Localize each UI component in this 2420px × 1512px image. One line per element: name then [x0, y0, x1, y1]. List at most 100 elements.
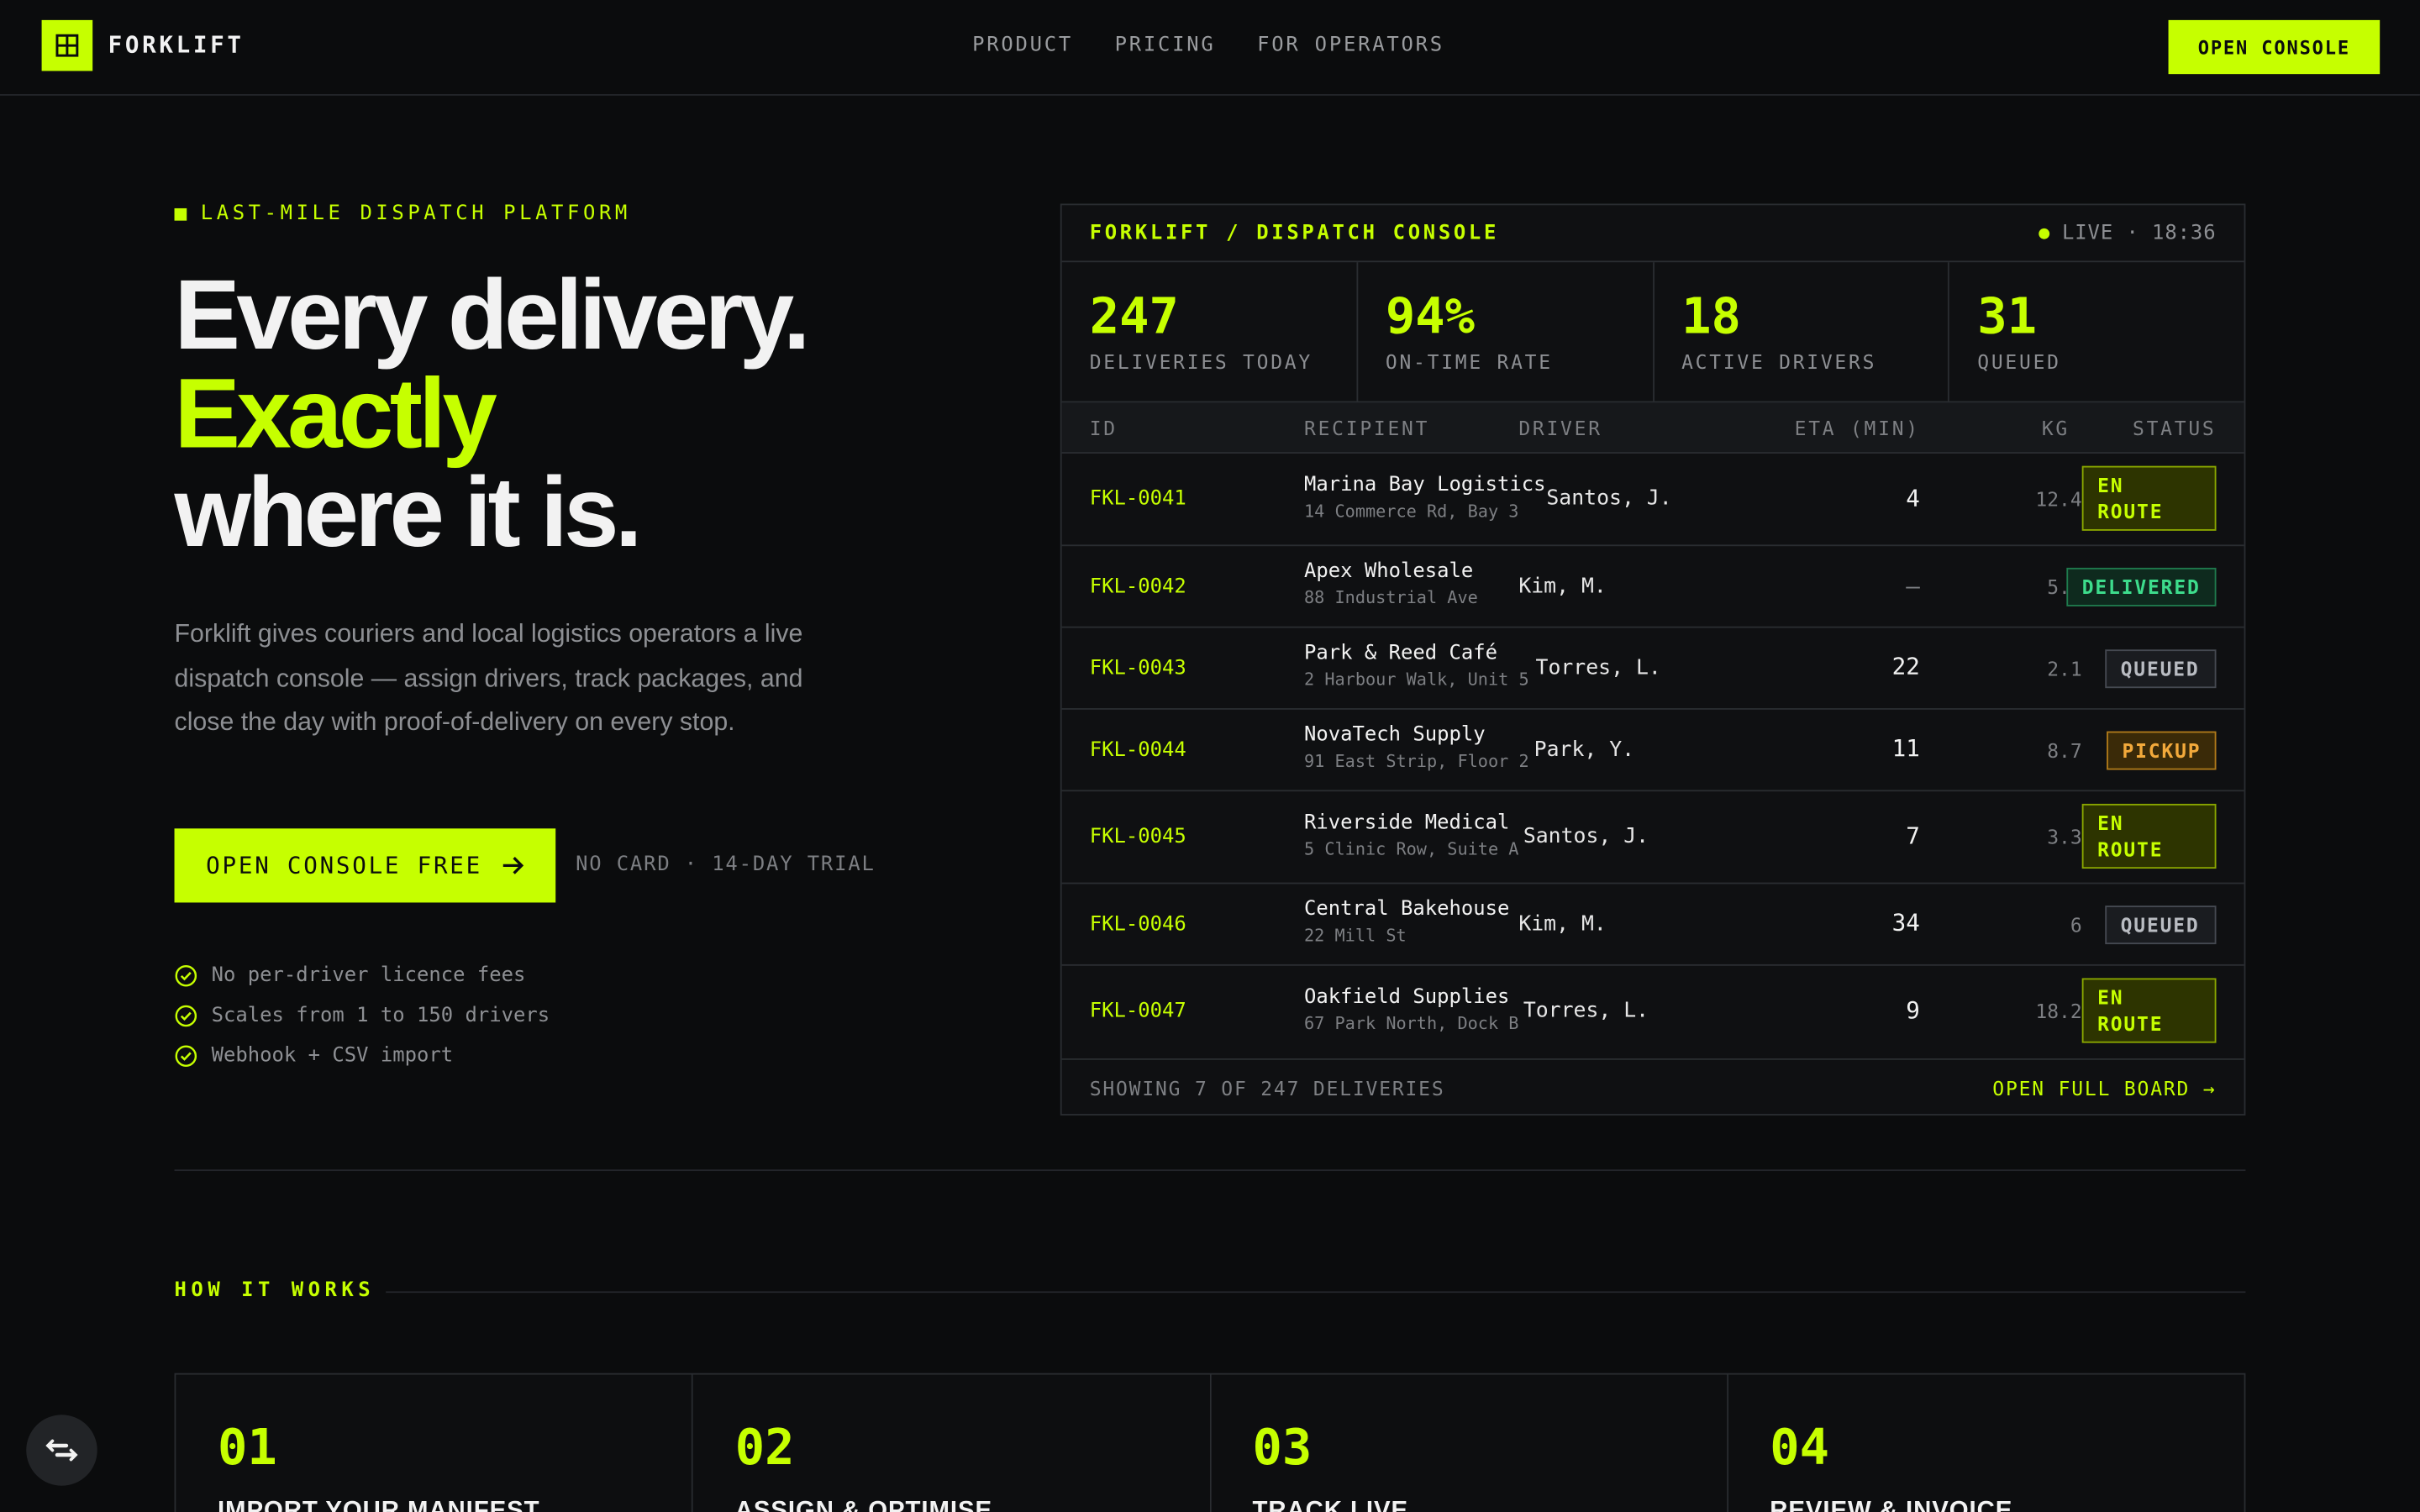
row-address: 91 East Strip, Floor 2	[1304, 751, 1529, 772]
table-header: ID RECIPIENT DRIVER ETA (MIN) KG STATUS	[1061, 402, 2244, 454]
status-badge: QUEUED	[2105, 906, 2217, 945]
row-eta: —	[1906, 572, 1920, 601]
eyebrow-square-icon	[174, 207, 187, 220]
row-eta: 22	[1891, 652, 1920, 680]
nav-link-pricing[interactable]: PRICING	[1115, 34, 1216, 57]
feature-item: Scales from 1 to 150 drivers	[175, 995, 550, 1036]
hero-lead: Forklift gives couriers and local logist…	[174, 620, 803, 737]
stat-value: 18	[1681, 286, 1741, 346]
top-nav: FORKLIFT PRODUCT PRICING FOR OPERATORS O…	[0, 0, 2420, 96]
table-row[interactable]: FKL-0044 NovaTech Supply 91 East Strip, …	[1061, 710, 2244, 792]
feature-text: Scales from 1 to 150 drivers	[211, 1003, 550, 1027]
row-kg: 18.2	[2035, 1000, 2082, 1023]
col-eta[interactable]: ETA (MIN)	[1795, 417, 1920, 440]
open-console-button[interactable]: OPEN CONSOLE	[2168, 19, 2381, 75]
step-title: REVIEW & INVOICE	[1770, 1498, 2013, 1512]
step-card: 01 IMPORT YOUR MANIFEST	[176, 1374, 694, 1512]
row-recipient: Central Bakehouse	[1304, 897, 1510, 921]
row-id[interactable]: FKL-0043	[1090, 657, 1186, 680]
table-row[interactable]: FKL-0043 Park & Reed Café 2 Harbour Walk…	[1061, 628, 2244, 710]
table-row[interactable]: FKL-0046 Central Bakehouse 22 Mill St Ki…	[1061, 884, 2244, 966]
row-id[interactable]: FKL-0041	[1090, 487, 1186, 511]
stat-value: 31	[1977, 286, 2038, 346]
status-badge: PICKUP	[2107, 731, 2217, 770]
console-stats: 247 DELIVERIES TODAY 94% ON-TIME RATE 18…	[1061, 262, 2244, 403]
stat-label: ACTIVE DRIVERS	[1681, 349, 1877, 374]
row-kg: 6	[2070, 913, 2082, 937]
row-eta: 11	[1891, 734, 1920, 763]
logo-icon[interactable]	[41, 19, 93, 71]
step-card: 03 TRACK LIVE	[1210, 1374, 1728, 1512]
feature-list: No per-driver licence fees Scales from 1…	[175, 955, 550, 1075]
row-recipient: NovaTech Supply	[1304, 723, 1486, 747]
row-id[interactable]: FKL-0042	[1090, 575, 1186, 599]
step-number: 03	[1252, 1417, 1313, 1477]
col-driver[interactable]: DRIVER	[1518, 417, 1602, 440]
col-id[interactable]: ID	[1090, 417, 1118, 440]
row-recipient: Marina Bay Logistics	[1304, 473, 1546, 497]
open-full-board-link[interactable]: OPEN FULL BOARD →	[1992, 1077, 2216, 1100]
row-driver: Torres, L.	[1535, 655, 1661, 680]
col-recipient[interactable]: RECIPIENT	[1304, 417, 1429, 440]
row-id[interactable]: FKL-0047	[1090, 1000, 1186, 1023]
row-driver: Torres, L.	[1523, 998, 1649, 1023]
row-eta: 9	[1906, 996, 1920, 1025]
col-kg[interactable]: KG	[2042, 417, 2070, 440]
check-circle-icon	[175, 1044, 197, 1067]
row-id[interactable]: FKL-0046	[1090, 913, 1186, 937]
table-row[interactable]: FKL-0041 Marina Bay Logistics 14 Commerc…	[1061, 454, 2244, 547]
open-console-free-button[interactable]: OPEN CONSOLE FREE	[174, 828, 556, 903]
chat-widget-icon	[45, 1439, 78, 1462]
nav-link-product[interactable]: PRODUCT	[972, 34, 1073, 57]
row-driver: Kim, M.	[1518, 574, 1607, 599]
row-address: 14 Commerce Rd, Bay 3	[1304, 501, 1519, 522]
row-kg: 2.1	[2047, 657, 2082, 680]
stat-label: QUEUED	[1977, 349, 2061, 374]
status-badge: EN ROUTE	[2081, 978, 2217, 1043]
status-badge: EN ROUTE	[2081, 803, 2217, 869]
table-row[interactable]: FKL-0042 Apex Wholesale 88 Industrial Av…	[1061, 546, 2244, 628]
col-status[interactable]: STATUS	[2133, 417, 2216, 440]
row-recipient: Oakfield Supplies	[1304, 985, 1510, 1010]
status-badge: DELIVERED	[2066, 567, 2217, 606]
row-recipient: Riverside Medical	[1304, 811, 1510, 835]
console-title: FORKLIFT / DISPATCH CONSOLE	[1089, 222, 1500, 246]
feature-text: Webhook + CSV import	[211, 1043, 454, 1068]
step-title: TRACK LIVE	[1252, 1498, 1408, 1512]
delivery-rows: FKL-0041 Marina Bay Logistics 14 Commerc…	[1061, 454, 2244, 1058]
step-number: 04	[1770, 1417, 1830, 1477]
row-address: 67 Park North, Dock B	[1304, 1013, 1519, 1034]
row-id[interactable]: FKL-0044	[1090, 739, 1186, 763]
arrow-right-icon	[502, 857, 523, 874]
step-card: 02 ASSIGN & OPTIMISE	[693, 1374, 1211, 1512]
row-eta: 7	[1906, 822, 1920, 851]
row-address: 88 Industrial Ave	[1304, 587, 1478, 608]
stat-active-drivers: 18 ACTIVE DRIVERS	[1654, 262, 1950, 402]
row-id[interactable]: FKL-0045	[1090, 826, 1186, 849]
stat-label: ON-TIME RATE	[1385, 349, 1553, 374]
live-indicator: LIVE · 18:36	[2039, 222, 2216, 245]
feature-item: No per-driver licence fees	[175, 955, 550, 995]
stat-deliveries-today: 247 DELIVERIES TODAY	[1062, 262, 1358, 402]
stat-queued: 31 QUEUED	[1949, 262, 2244, 401]
row-driver: Park, Y.	[1534, 737, 1635, 763]
table-row[interactable]: FKL-0047 Oakfield Supplies 67 Park North…	[1062, 966, 2244, 1058]
showing-count: SHOWING 7 OF 247 DELIVERIES	[1089, 1077, 1445, 1100]
nav-link-for-operators[interactable]: FOR OPERATORS	[1257, 34, 1444, 57]
cta-label: OPEN CONSOLE FREE	[206, 851, 482, 879]
step-card: 04 REVIEW & INVOICE	[1728, 1374, 2244, 1512]
row-kg: 12.4	[2035, 487, 2082, 511]
section-divider	[174, 1169, 2246, 1172]
row-eta: 34	[1891, 908, 1920, 937]
logo-text[interactable]: FORKLIFT	[108, 31, 245, 59]
row-driver: Santos, J.	[1546, 486, 1672, 511]
table-row[interactable]: FKL-0045 Riverside Medical 5 Clinic Row,…	[1061, 791, 2244, 885]
stat-label: DELIVERIES TODAY	[1089, 349, 1313, 374]
headline-line-1: Every delivery.	[174, 259, 811, 370]
chat-widget-button[interactable]	[26, 1415, 97, 1486]
row-address: 2 Harbour Walk, Unit 5	[1304, 669, 1529, 690]
row-recipient: Apex Wholesale	[1304, 559, 1474, 584]
status-badge: EN ROUTE	[2081, 465, 2217, 531]
row-address: 22 Mill St	[1304, 926, 1407, 946]
row-eta: 4	[1906, 484, 1920, 512]
